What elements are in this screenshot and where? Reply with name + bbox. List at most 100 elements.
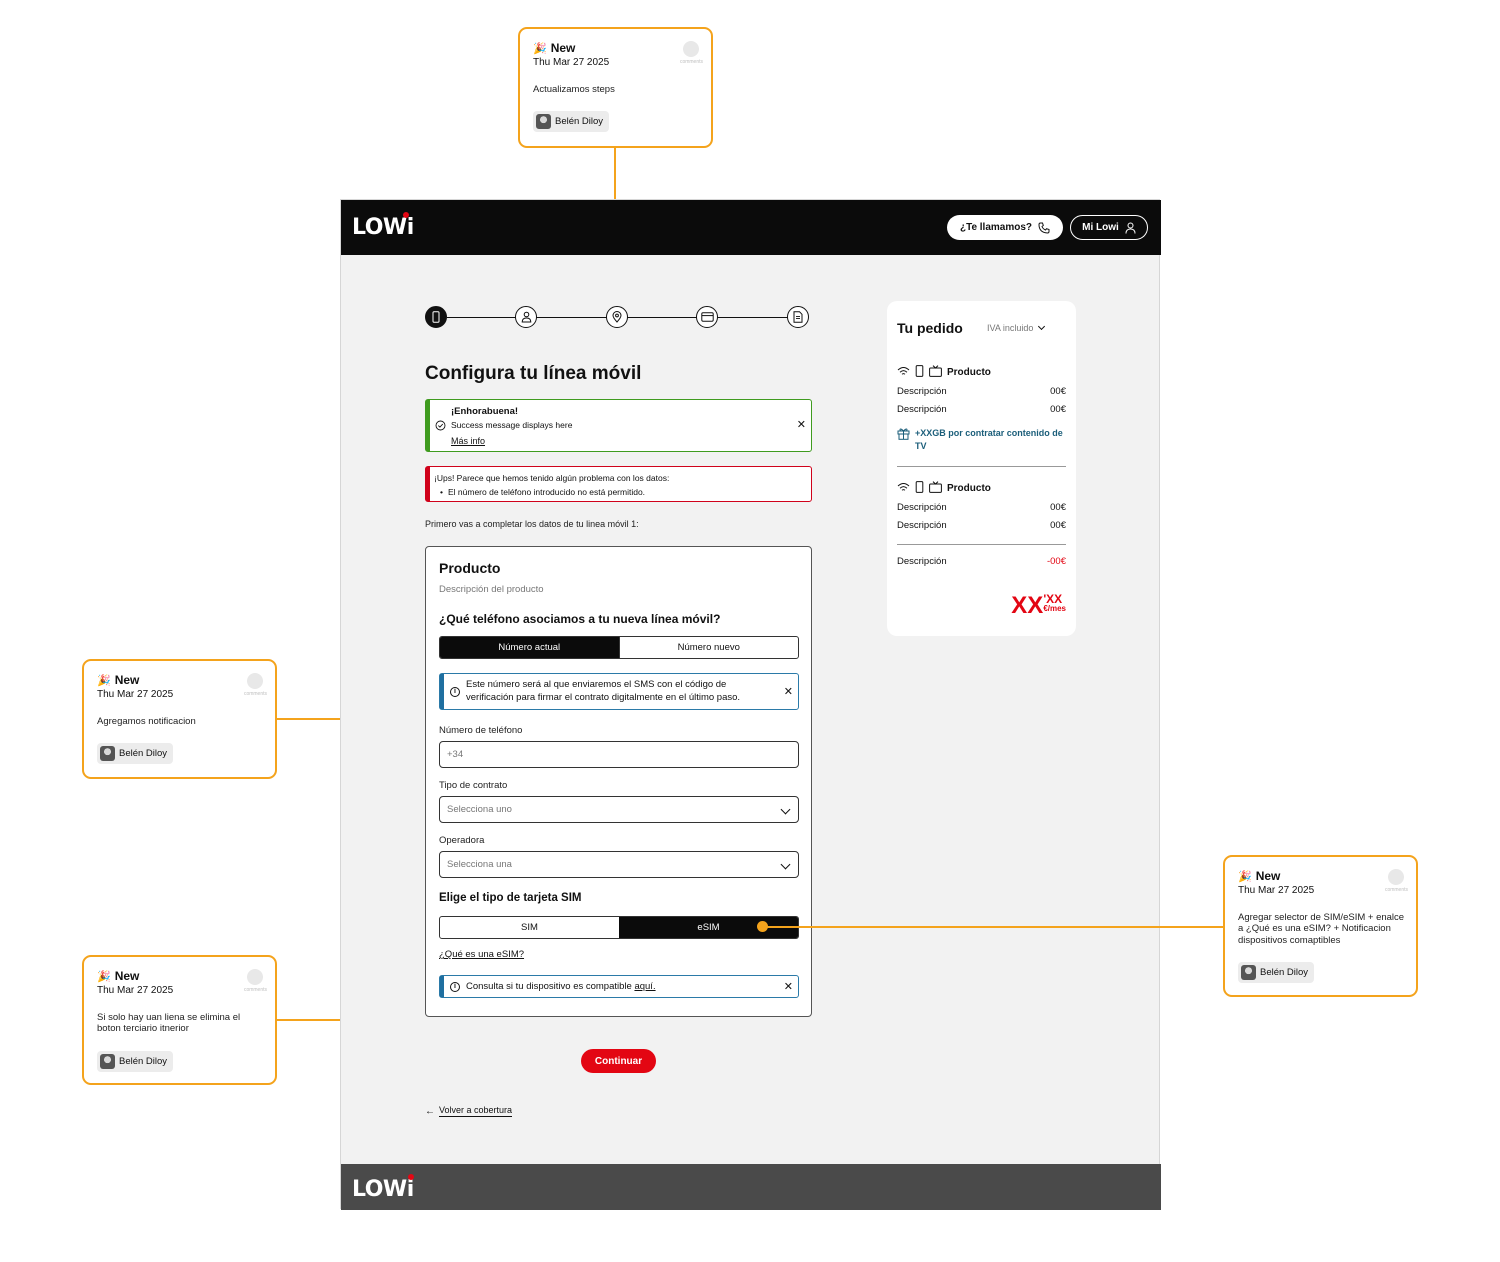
party-icon: 🎉	[1238, 870, 1252, 883]
compat-text: Consulta si tu dispositivo es compatible…	[466, 981, 656, 992]
close-icon[interactable]: ✕	[784, 980, 793, 993]
sim-type-title: Elige el tipo de tarjeta SIM	[439, 892, 582, 904]
order-line: Descripción 00€	[897, 502, 1066, 513]
comment-text: Agregamos notificacion	[97, 716, 196, 727]
comment-card[interactable]: 🎉 New Thu Mar 27 2025 Agregar selector de…	[1223, 855, 1418, 997]
comments-label: comments	[243, 691, 267, 697]
error-alert: ¡Ups! Parece que hemos tenido algún prob…	[425, 466, 812, 502]
sms-info-notice: i Este número será al que enviaremos el …	[439, 673, 799, 710]
tv-icon	[929, 481, 942, 496]
info-icon: i	[450, 687, 460, 697]
line-price: 00€	[1050, 386, 1066, 397]
line-desc: Descripción	[897, 404, 947, 415]
total-integer: XX	[1011, 592, 1044, 619]
step-personal-data[interactable]	[515, 306, 537, 328]
chevron-down-icon	[780, 859, 791, 870]
chevron-down-icon	[780, 804, 791, 815]
footer: LOWi	[341, 1164, 1161, 1210]
comment-bubble-icon[interactable]	[247, 969, 263, 985]
author-name: Belén Diloy	[119, 748, 168, 760]
line-price: 00€	[1050, 502, 1066, 513]
comment-bubble-icon[interactable]	[247, 673, 263, 689]
comment-card[interactable]: 🎉 New Thu Mar 27 2025 Actualizamos steps …	[518, 27, 713, 148]
call-me-button[interactable]: ¿Te llamamos?	[947, 215, 1063, 240]
page-title: Configura tu línea móvil	[425, 363, 642, 384]
close-icon[interactable]: ✕	[784, 685, 793, 698]
comment-card[interactable]: 🎉 New Thu Mar 27 2025 Si solo hay uan lie…	[82, 955, 277, 1085]
wifi-icon	[897, 366, 910, 380]
comment-card[interactable]: 🎉 New Thu Mar 27 2025 Agregamos notificac…	[82, 659, 277, 779]
step-address[interactable]	[606, 306, 628, 328]
operator-label: Operadora	[439, 835, 485, 846]
product-title: Producto	[439, 560, 501, 576]
lowi-logo[interactable]: LOWi	[352, 1174, 414, 1202]
divider	[897, 544, 1066, 545]
promo-text: +XXGB por contratar contenido de TV	[915, 428, 1063, 451]
close-icon[interactable]: ✕	[797, 418, 806, 431]
step-mobile[interactable]	[425, 306, 447, 328]
line-desc: Descripción	[897, 386, 947, 397]
comments-label: comments	[1384, 887, 1408, 893]
contract-type-select[interactable]: Selecciona uno	[439, 796, 799, 823]
comment-badge: New	[1255, 869, 1281, 883]
compat-link[interactable]: aquí.	[634, 981, 655, 992]
author-name: Belén Diloy	[119, 1055, 168, 1067]
compatibility-notice: i Consulta si tu dispositivo es compatib…	[439, 975, 799, 998]
what-is-esim-link[interactable]: ¿Qué es una eSIM?	[439, 949, 524, 960]
tax-toggle[interactable]: IVA incluido	[987, 322, 1046, 333]
tax-label: IVA incluido	[987, 323, 1034, 333]
success-alert: ¡Enhorabuena! Success message displays h…	[425, 399, 812, 452]
product-name: Producto	[947, 483, 991, 494]
error-accent-bar	[426, 467, 430, 501]
current-number-option[interactable]: Número actual	[440, 637, 619, 658]
comment-bubble-icon[interactable]	[683, 41, 699, 57]
line-desc: Descripción	[897, 520, 947, 531]
error-bullet: •	[440, 487, 443, 497]
new-number-option[interactable]: Número nuevo	[618, 637, 799, 658]
comment-date: Thu Mar 27 2025	[97, 985, 174, 996]
logo-dot	[403, 212, 409, 218]
phone-question: ¿Qué teléfono asociamos a tu nueva línea…	[439, 612, 721, 626]
comment-author[interactable]: Belén Diloy	[97, 743, 174, 765]
sim-type-toggle: SIM eSIM	[439, 916, 799, 939]
logo-text: LOWi	[352, 215, 414, 240]
product-header: Producto	[897, 481, 991, 496]
avatar	[100, 1053, 115, 1069]
more-info-link[interactable]: Más info	[451, 436, 485, 446]
lowi-logo[interactable]: LOWi	[352, 212, 414, 240]
arrow-left-icon: ←	[425, 1105, 435, 1117]
comment-author[interactable]: Belén Diloy	[533, 111, 610, 133]
document-icon	[793, 311, 803, 323]
mobile-phone-icon	[432, 311, 440, 323]
top-navbar: LOWi ¿Te llamamos? Mi Lowi	[341, 200, 1161, 255]
order-line: Descripción 00€	[897, 386, 1066, 397]
step-payment[interactable]	[696, 306, 718, 328]
comment-date: Thu Mar 27 2025	[1238, 885, 1315, 896]
info-accent-bar	[440, 674, 444, 709]
comment-date: Thu Mar 27 2025	[97, 689, 174, 700]
esim-option[interactable]: eSIM	[619, 917, 798, 938]
order-line: Descripción 00€	[897, 404, 1066, 415]
logo-text: LOWi	[352, 1177, 414, 1202]
phone-icon	[1038, 222, 1050, 234]
comment-author[interactable]: Belén Diloy	[1238, 962, 1315, 984]
phone-input[interactable]: +34	[439, 741, 799, 768]
mi-lowi-button[interactable]: Mi Lowi	[1070, 215, 1148, 240]
operator-select[interactable]: Selecciona una	[439, 851, 799, 878]
wifi-icon	[897, 482, 910, 496]
comment-author[interactable]: Belén Diloy	[97, 1050, 174, 1072]
product-name: Producto	[947, 367, 991, 378]
connector-line	[614, 148, 616, 200]
avatar	[536, 114, 551, 130]
number-type-toggle: Número actual Número nuevo	[439, 636, 799, 659]
comment-text: Actualizamos steps	[533, 84, 615, 95]
order-title: Tu pedido	[897, 320, 963, 336]
comment-date: Thu Mar 27 2025	[533, 57, 610, 68]
comment-bubble-icon[interactable]	[1388, 869, 1404, 885]
continue-button[interactable]: Continuar	[581, 1049, 656, 1073]
sim-option[interactable]: SIM	[440, 917, 619, 938]
user-icon	[1125, 222, 1136, 234]
party-icon: 🎉	[533, 42, 547, 55]
step-summary[interactable]	[787, 306, 809, 328]
back-link[interactable]: ← Volver a cobertura	[425, 1105, 513, 1117]
